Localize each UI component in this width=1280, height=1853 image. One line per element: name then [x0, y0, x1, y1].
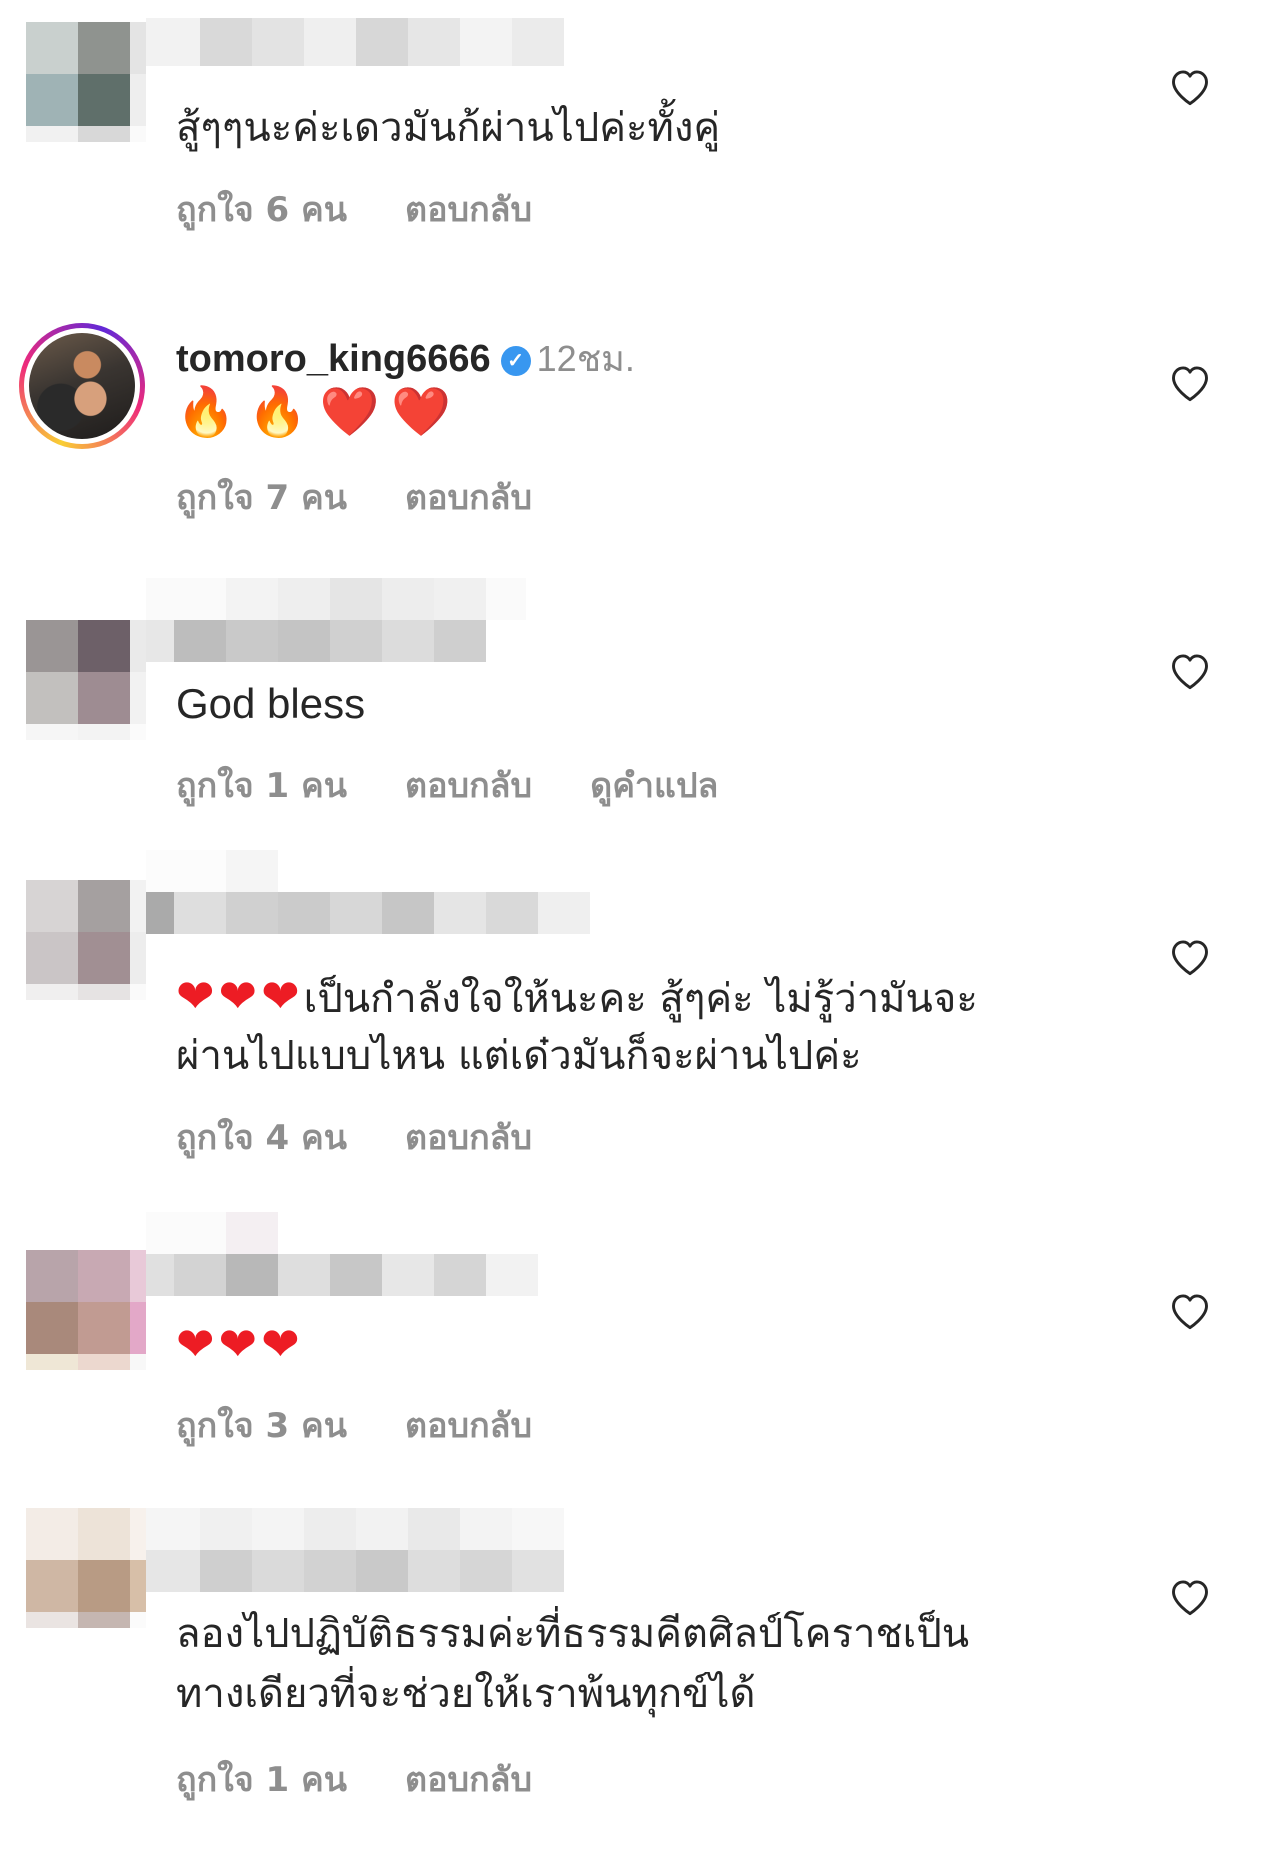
likes-count[interactable]: ถูกใจ 1 คน: [176, 1752, 347, 1806]
comment-meta: ถูกใจ 6 คน ตอบกลับ: [176, 182, 532, 236]
fire-emoji: 🔥: [176, 384, 236, 440]
username-blurred[interactable]: [146, 1508, 564, 1592]
reply-button[interactable]: ตอบกลับ: [405, 758, 532, 812]
reply-button[interactable]: ตอบกลับ: [405, 470, 532, 524]
likes-count[interactable]: ถูกใจ 7 คน: [176, 470, 347, 524]
comment-text-line2: ผ่านไปแบบไหน แต่เด๋วมันก็จะผ่านไปค่ะ: [176, 1033, 862, 1079]
comment-text-line1: ลองไปปฏิบัติธรรมค่ะที่ธรรมคีตศิลป์โคราชเ…: [176, 1611, 970, 1657]
heart-emojis: ❤❤❤: [176, 969, 304, 1023]
heart-emojis: ❤❤❤: [176, 1317, 304, 1371]
avatar[interactable]: [26, 1250, 146, 1370]
heart-icon[interactable]: [1168, 650, 1212, 694]
likes-count[interactable]: ถูกใจ 3 คน: [176, 1398, 347, 1452]
avatar-photo: [29, 333, 135, 439]
comment-text: God bless: [176, 680, 366, 727]
comment-meta: ถูกใจ 3 คน ตอบกลับ: [176, 1398, 532, 1452]
comment-text: สู้ๆๆนะค่ะเดวมันก้ผ่านไปค่ะทั้งคู่: [176, 105, 721, 151]
comment-text: ❤❤❤: [176, 1314, 304, 1377]
comment-meta: ถูกใจ 7 คน ตอบกลับ: [176, 470, 532, 524]
username-blurred[interactable]: [146, 578, 526, 662]
comment-meta: ถูกใจ 1 คน ตอบกลับ: [176, 1752, 532, 1806]
avatar[interactable]: [26, 880, 146, 1000]
heart-icon[interactable]: [1168, 362, 1212, 406]
likes-count[interactable]: ถูกใจ 1 คน: [176, 758, 347, 812]
verified-badge-icon: ✓: [500, 346, 531, 376]
avatar-ring: [24, 328, 140, 444]
reply-button[interactable]: ตอบกลับ: [405, 182, 532, 236]
username-blurred[interactable]: [146, 1212, 538, 1296]
avatar[interactable]: [19, 323, 145, 449]
timestamp: 12ชม.: [536, 338, 635, 379]
comment-text-line1: เป็นกำลังใจให้นะคะ สู้ๆค่ะ ไม่รู้ว่ามันจ…: [303, 976, 978, 1022]
reply-button[interactable]: ตอบกลับ: [405, 1752, 532, 1806]
avatar[interactable]: [26, 1508, 146, 1628]
username[interactable]: tomoro_king6666 ✓ 12ชม.: [176, 330, 635, 387]
heart-icon[interactable]: [1168, 66, 1212, 110]
comment-meta: ถูกใจ 1 คน ตอบกลับ ดูคำแปล: [176, 758, 718, 812]
heart-emoji: ❤️: [319, 384, 380, 440]
likes-count[interactable]: ถูกใจ 6 คน: [176, 182, 347, 236]
see-translation-button[interactable]: ดูคำแปล: [590, 758, 718, 812]
username-blurred[interactable]: [146, 850, 590, 934]
avatar[interactable]: [26, 620, 146, 740]
likes-count[interactable]: ถูกใจ 4 คน: [176, 1110, 347, 1164]
comment-meta: ถูกใจ 4 คน ตอบกลับ: [176, 1110, 532, 1164]
username-blurred[interactable]: [146, 18, 564, 66]
heart-icon[interactable]: [1168, 1576, 1212, 1620]
reply-button[interactable]: ตอบกลับ: [405, 1110, 532, 1164]
heart-icon[interactable]: [1168, 936, 1212, 980]
comment-text-line2: ทางเดียวที่จะช่วยให้เราพ้นทุกข์ได้: [176, 1671, 756, 1717]
comment-text: ❤❤❤เป็นกำลังใจให้นะคะ สู้ๆค่ะ ไม่รู้ว่าม…: [176, 966, 978, 1029]
reply-button[interactable]: ตอบกลับ: [405, 1398, 532, 1452]
heart-emoji: ❤️: [391, 384, 452, 440]
fire-emoji: 🔥: [247, 384, 308, 440]
comment-emoji: 🔥 🔥 ❤️ ❤️: [176, 382, 451, 442]
heart-icon[interactable]: [1168, 1290, 1212, 1334]
username-label: tomoro_king6666: [176, 338, 491, 380]
avatar[interactable]: [26, 22, 146, 142]
